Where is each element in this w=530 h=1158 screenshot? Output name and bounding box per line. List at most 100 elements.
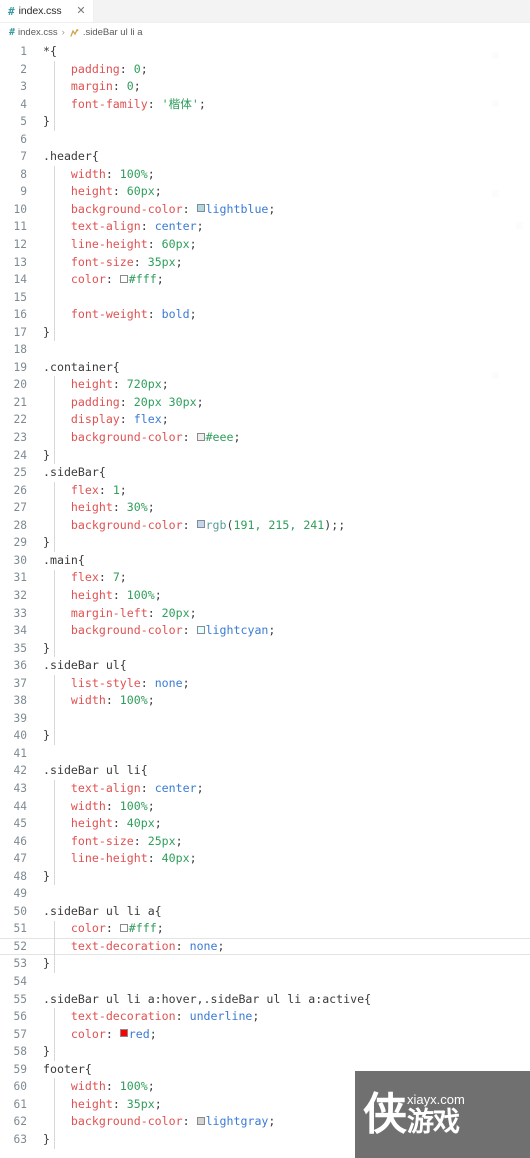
code-token: ; xyxy=(148,500,155,514)
code-token: text-align xyxy=(71,219,141,233)
color-swatch[interactable] xyxy=(197,626,205,634)
code-line[interactable]: 48} xyxy=(0,868,530,886)
code-lines-container[interactable]: 1*{2 padding: 0;3 margin: 0;4 font-famil… xyxy=(0,42,530,1148)
code-token xyxy=(43,921,71,935)
code-line[interactable]: 15 xyxy=(0,289,530,307)
code-line[interactable]: 4 font-family: '楷体'; xyxy=(0,96,530,114)
code-line[interactable]: 44 width: 100%; xyxy=(0,798,530,816)
code-line[interactable]: 45 height: 40px; xyxy=(0,815,530,833)
code-line[interactable]: 33 margin-left: 20px; xyxy=(0,605,530,623)
code-token xyxy=(43,1009,71,1023)
code-line[interactable]: 8 width: 100%; xyxy=(0,166,530,184)
line-number: 57 xyxy=(0,1026,38,1044)
code-line[interactable]: 27 height: 30%; xyxy=(0,499,530,517)
code-editor[interactable]: 1*{2 padding: 0;3 margin: 0;4 font-famil… xyxy=(0,42,530,1158)
code-line[interactable]: 22 display: flex; xyxy=(0,411,530,429)
code-text: flex: 7; xyxy=(38,569,530,587)
code-line[interactable]: 13 font-size: 35px; xyxy=(0,254,530,272)
line-number: 20 xyxy=(0,376,38,394)
code-token: } xyxy=(43,1044,50,1058)
code-line[interactable]: 50.sideBar ul li a{ xyxy=(0,903,530,921)
indent-guide xyxy=(54,780,55,885)
color-swatch[interactable] xyxy=(197,433,205,441)
code-line[interactable]: 25.sideBar{ xyxy=(0,464,530,482)
code-line[interactable]: 35} xyxy=(0,640,530,658)
code-line[interactable]: 58} xyxy=(0,1043,530,1061)
code-text: height: 40px; xyxy=(38,815,530,833)
code-token: 191, 215, 241 xyxy=(234,518,325,532)
code-line[interactable]: 20 height: 720px; xyxy=(0,376,530,394)
line-number: 55 xyxy=(0,991,38,1009)
code-token: ; xyxy=(155,816,162,830)
breadcrumb-file[interactable]: index.css xyxy=(18,27,58,38)
code-line[interactable]: 36.sideBar ul{ xyxy=(0,657,530,675)
code-line[interactable]: 32 height: 100%; xyxy=(0,587,530,605)
code-line[interactable]: 29} xyxy=(0,534,530,552)
code-line[interactable]: 53} xyxy=(0,955,530,973)
code-line[interactable]: 24} xyxy=(0,447,530,465)
code-line[interactable]: 12 line-height: 60px; xyxy=(0,236,530,254)
code-line[interactable]: 31 flex: 7; xyxy=(0,569,530,587)
code-line[interactable]: 52 text-decoration: none; xyxy=(0,938,530,956)
code-text: padding: 20px 30px; xyxy=(38,394,530,412)
code-line[interactable]: 34 background-color: lightcyan; xyxy=(0,622,530,640)
code-line[interactable]: 21 padding: 20px 30px; xyxy=(0,394,530,412)
tab-bar-empty-space xyxy=(94,0,530,22)
code-line[interactable]: 51 color: #fff; xyxy=(0,920,530,938)
code-token: width xyxy=(71,799,106,813)
code-line[interactable]: 28 background-color: rgb(191, 215, 241);… xyxy=(0,517,530,535)
color-swatch[interactable] xyxy=(197,520,205,528)
code-token: : xyxy=(99,483,113,497)
code-token: : xyxy=(134,834,148,848)
code-line[interactable]: 26 flex: 1; xyxy=(0,482,530,500)
code-line[interactable]: 46 font-size: 25px; xyxy=(0,833,530,851)
code-line[interactable]: 23 background-color: #eee; xyxy=(0,429,530,447)
color-swatch[interactable] xyxy=(120,1029,128,1037)
code-line[interactable]: 56 text-decoration: underline; xyxy=(0,1008,530,1026)
line-number: 22 xyxy=(0,411,38,429)
code-line[interactable]: 18 xyxy=(0,341,530,359)
tab-index-css[interactable]: # index.css ✕ xyxy=(0,0,94,22)
code-token: margin xyxy=(71,79,113,93)
code-line[interactable]: 16 font-weight: bold; xyxy=(0,306,530,324)
code-text: font-size: 25px; xyxy=(38,833,530,851)
code-line[interactable]: 42.sideBar ul li{ xyxy=(0,762,530,780)
code-line[interactable]: 14 color: #fff; xyxy=(0,271,530,289)
color-swatch[interactable] xyxy=(197,204,205,212)
code-line[interactable]: 1*{ xyxy=(0,43,530,61)
breadcrumb-symbol[interactable]: .sideBar ul li a xyxy=(83,27,143,38)
code-line[interactable]: 49 xyxy=(0,885,530,903)
code-line[interactable]: 6 xyxy=(0,131,530,149)
code-line[interactable]: 37 list-style: none; xyxy=(0,675,530,693)
code-token: } xyxy=(43,325,50,339)
code-token: background-color xyxy=(71,1114,183,1128)
close-icon[interactable]: ✕ xyxy=(76,6,87,17)
code-line[interactable]: 30.main{ xyxy=(0,552,530,570)
code-token: #eee xyxy=(206,430,234,444)
code-line[interactable]: 9 height: 60px; xyxy=(0,183,530,201)
code-line[interactable]: 47 line-height: 40px; xyxy=(0,850,530,868)
color-swatch[interactable] xyxy=(120,275,128,283)
line-number: 63 xyxy=(0,1131,38,1149)
code-line[interactable]: 10 background-color: lightblue; xyxy=(0,201,530,219)
code-line[interactable]: 43 text-align: center; xyxy=(0,780,530,798)
code-line[interactable]: 38 width: 100%; xyxy=(0,692,530,710)
color-swatch[interactable] xyxy=(120,924,128,932)
code-line[interactable]: 11 text-align: center; xyxy=(0,218,530,236)
code-line[interactable]: 2 padding: 0; xyxy=(0,61,530,79)
code-line[interactable]: 5} xyxy=(0,113,530,131)
code-token: 7 xyxy=(113,570,120,584)
css-file-icon: # xyxy=(8,6,15,17)
code-line[interactable]: 40} xyxy=(0,727,530,745)
code-line[interactable]: 55.sideBar ul li a:hover,.sideBar ul li … xyxy=(0,991,530,1009)
code-line[interactable]: 41 xyxy=(0,745,530,763)
code-line[interactable]: 39 xyxy=(0,710,530,728)
code-line[interactable]: 19.container{ xyxy=(0,359,530,377)
code-line[interactable]: 17} xyxy=(0,324,530,342)
line-number: 15 xyxy=(0,289,38,307)
code-line[interactable]: 54 xyxy=(0,973,530,991)
color-swatch[interactable] xyxy=(197,1117,205,1125)
code-line[interactable]: 57 color: red; xyxy=(0,1026,530,1044)
code-line[interactable]: 7.header{ xyxy=(0,148,530,166)
code-line[interactable]: 3 margin: 0; xyxy=(0,78,530,96)
